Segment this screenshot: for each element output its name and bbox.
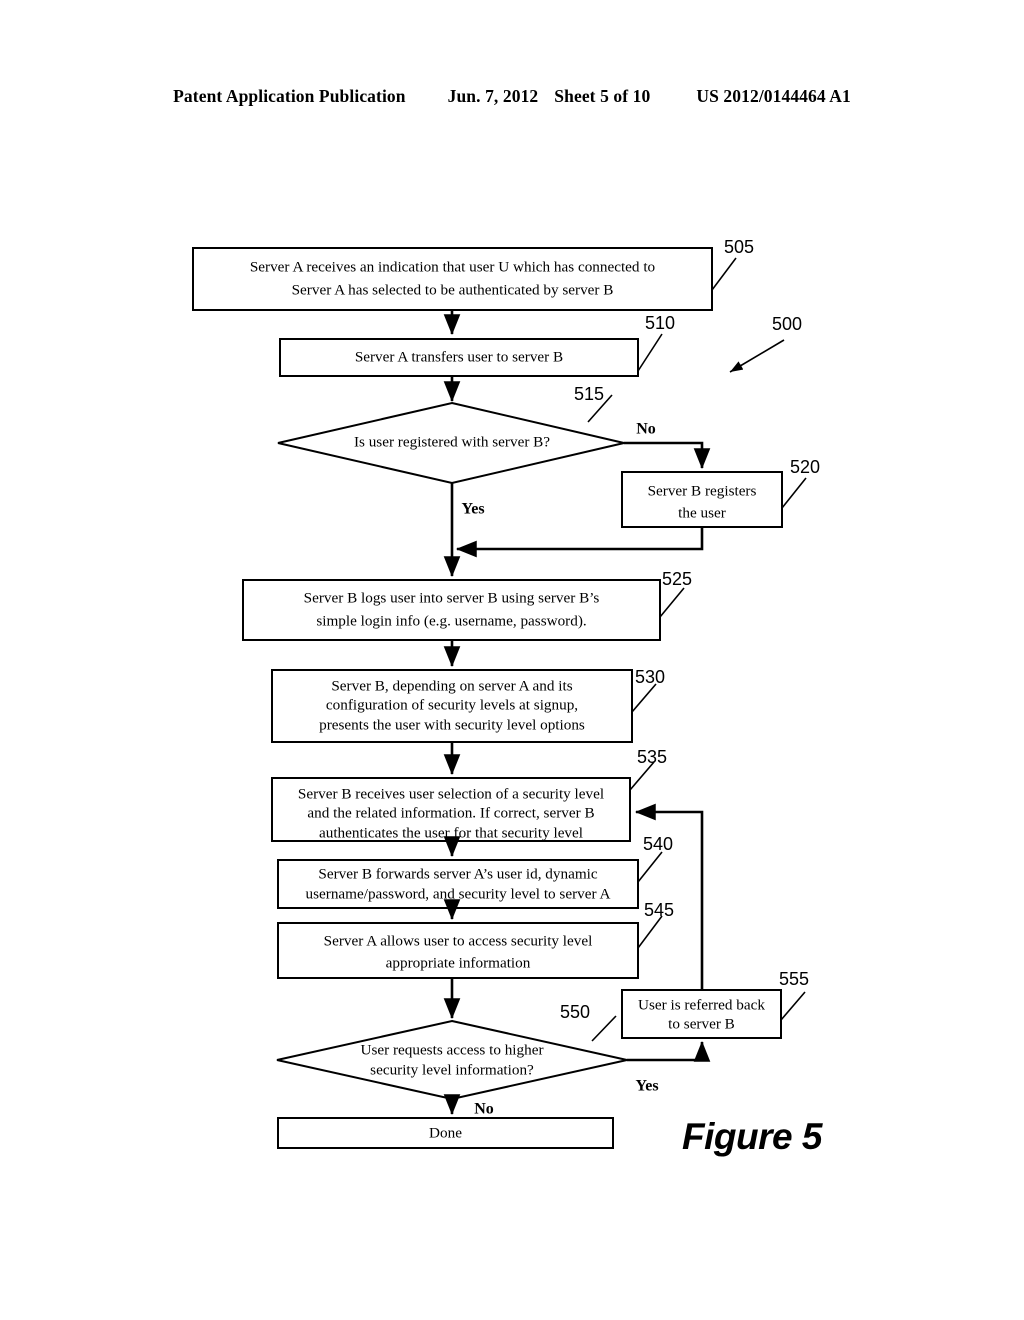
leader-line-510 (637, 333, 663, 372)
branch-label-515-yes: Yes (461, 501, 484, 518)
leader-line-550 (591, 1015, 617, 1042)
process-box-520-line-1: Server B registers (648, 482, 757, 499)
ref-numeral-555: 555 (779, 969, 809, 989)
leader-line-540 (637, 851, 663, 883)
ref-numeral-510: 510 (645, 313, 675, 333)
flow-node-520: Server B registers the user 520 (621, 457, 820, 528)
process-box-540-line-1: Server B forwards server A’s user id, dy… (318, 865, 597, 882)
leader-line-520 (781, 477, 807, 509)
ref-numeral-545: 545 (644, 900, 674, 920)
process-box-530-line-2: configuration of security levels at sign… (326, 696, 578, 713)
flow-node-525: Server B logs user into server B using s… (242, 569, 692, 641)
process-box-525-line-2: simple login info (e.g. username, passwo… (316, 612, 586, 629)
figure-caption: Figure 5 (682, 1116, 824, 1157)
flow-node-555: User is referred back to server B 555 (621, 969, 809, 1039)
ref-numeral-550: 550 (560, 1002, 590, 1022)
ref-numeral-515: 515 (574, 384, 604, 404)
ref-numeral-505: 505 (724, 237, 754, 257)
connector-520-merge (455, 527, 704, 558)
decision-diamond-550-line-2: security level information? (370, 1061, 534, 1078)
branch-label-550-yes: Yes (635, 1078, 658, 1095)
process-box-535-line-3: authenticates the user for that security… (319, 824, 583, 841)
branch-label-515-no: No (636, 421, 656, 438)
leader-line-530 (631, 683, 657, 713)
ref-numeral-530: 530 (635, 667, 665, 687)
leader-line-545 (637, 915, 663, 949)
process-box-535-line-2: and the related information. If correct,… (307, 804, 594, 821)
process-box-505-line-1: Server A receives an indication that use… (250, 258, 656, 275)
process-box-545-line-1: Server A allows user to access security … (324, 932, 593, 949)
process-box-505 (192, 247, 713, 311)
connector-515-no-to-520 (624, 441, 711, 470)
ref-numeral-540: 540 (643, 834, 673, 854)
leader-line-555 (780, 991, 806, 1021)
decision-diamond-550 (276, 1019, 628, 1101)
flow-node-505: Server A receives an indication that use… (192, 237, 754, 311)
flow-node-530: Server B, depending on server A and its … (271, 667, 665, 743)
process-box-555-line-1: User is referred back (638, 996, 765, 1013)
branch-label-550-no: No (474, 1101, 494, 1118)
leader-line-505 (711, 257, 737, 291)
process-box-520-line-2: the user (678, 504, 726, 521)
pointer-line-500 (729, 339, 785, 373)
ref-numeral-525: 525 (662, 569, 692, 589)
process-box-535-line-1: Server B receives user selection of a se… (298, 785, 604, 802)
flow-node-535: Server B receives user selection of a se… (271, 747, 667, 842)
process-box-525-line-1: Server B logs user into server B using s… (304, 589, 600, 606)
decision-diamond-550-line-1: User requests access to higher (360, 1041, 543, 1058)
ref-numeral-520: 520 (790, 457, 820, 477)
process-box-530-line-1: Server B, depending on server A and its (331, 677, 572, 694)
leader-line-525 (659, 587, 685, 618)
flow-node-545: Server A allows user to access security … (277, 900, 674, 979)
process-box-545-line-2: appropriate information (386, 954, 531, 971)
diagram-reference-500: 500 (729, 314, 802, 373)
flowchart-figure: Server A receives an indication that use… (192, 237, 824, 1157)
process-box-540-line-2: username/password, and security level to… (306, 885, 611, 902)
flow-node-done: Done (277, 1117, 614, 1149)
process-box-530-line-3: presents the user with security level op… (319, 716, 585, 733)
process-box-555-line-2: to server B (668, 1015, 735, 1032)
ref-numeral-535: 535 (637, 747, 667, 767)
connector-550-yes-to-555 (627, 1040, 711, 1062)
process-box-510-line-1: Server A transfers user to server B (355, 348, 563, 365)
flow-node-540: Server B forwards server A’s user id, dy… (277, 834, 673, 909)
flow-node-510: Server A transfers user to server B 510 (279, 313, 675, 377)
terminal-box-done-label: Done (429, 1124, 462, 1141)
ref-numeral-500: 500 (772, 314, 802, 334)
decision-diamond-515-line-1: Is user registered with server B? (354, 433, 550, 450)
process-box-505-line-2: Server A has selected to be authenticate… (292, 281, 614, 298)
